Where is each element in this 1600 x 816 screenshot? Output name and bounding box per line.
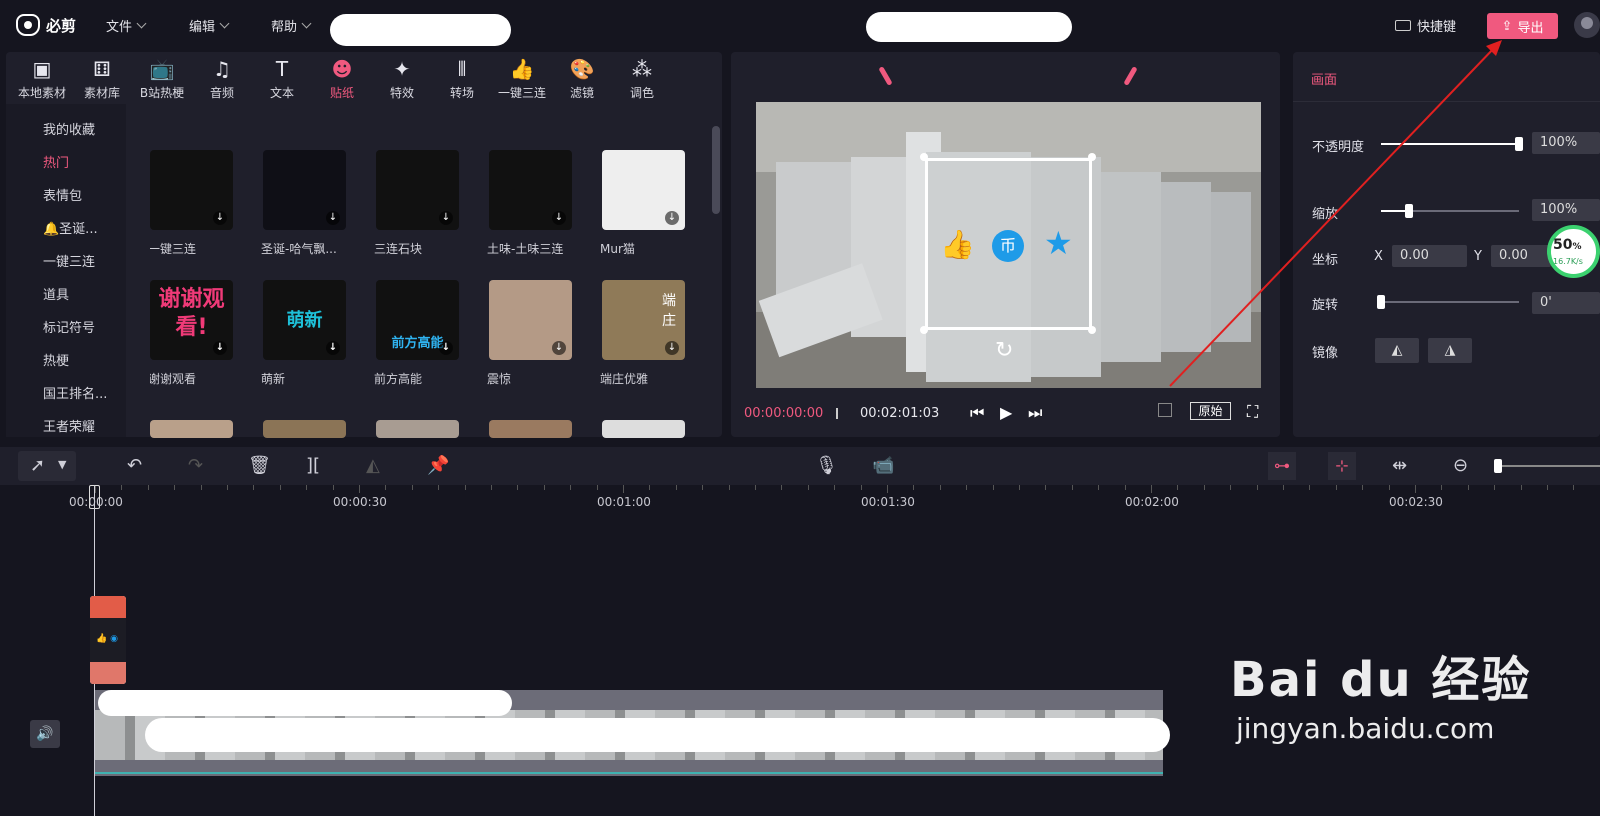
- magnet-snap-icon[interactable]: ⊶: [1268, 452, 1296, 480]
- delete-icon[interactable]: 🗑: [248, 455, 271, 476]
- select-tool-button[interactable]: [18, 451, 76, 481]
- ruler-tick: [1203, 485, 1205, 490]
- ruler-tick: [543, 485, 545, 490]
- sticker-clip-thumb: 👍 ◉: [90, 618, 126, 662]
- ruler-tick: [332, 485, 334, 490]
- ruler-tick: [1045, 485, 1047, 490]
- ruler-tick: [1362, 485, 1364, 490]
- audio-waveform-line: [95, 772, 1163, 774]
- ruler-tick: [1283, 485, 1284, 490]
- split-icon[interactable]: ][: [306, 455, 320, 476]
- ruler-tick: [1388, 485, 1390, 490]
- ruler-tick: [992, 485, 994, 490]
- ruler-tick: [623, 485, 624, 493]
- sticker-clip-header: [90, 596, 126, 618]
- ruler-tick: [279, 485, 281, 490]
- ruler-tick: [1415, 485, 1416, 493]
- ruler-tick: [675, 485, 677, 490]
- watermark-url: jingyan.baidu.com: [1236, 712, 1495, 745]
- ruler-tick: [121, 485, 123, 490]
- ruler-tick: [755, 485, 756, 490]
- ruler-tick: [702, 485, 704, 490]
- ruler-tick: [1547, 485, 1548, 490]
- ruler-tick: [596, 485, 598, 490]
- camera-icon[interactable]: 📹: [872, 455, 894, 476]
- redaction-clip-body: [145, 718, 1170, 752]
- chevron-down-icon: ▼: [58, 458, 67, 471]
- ruler-label: 00:01:30: [861, 495, 915, 509]
- ruler-tick: [834, 485, 836, 490]
- ruler-tick: [570, 485, 572, 490]
- zoom-slider[interactable]: [1495, 465, 1600, 467]
- ruler-tick: [1124, 485, 1126, 490]
- ruler-tick: [1151, 485, 1152, 493]
- ruler-tick: [913, 485, 915, 490]
- watermark-brand: Bai du 经验: [1230, 652, 1532, 708]
- sticker-clip[interactable]: 👍 ◉: [90, 596, 126, 684]
- zoom-out-icon[interactable]: ⊖: [1453, 455, 1468, 476]
- ruler-label: 00:02:30: [1389, 495, 1443, 509]
- cursor-icon: ➚: [30, 455, 46, 476]
- ruler-tick: [939, 485, 941, 490]
- ruler-tick: [887, 485, 888, 493]
- ruler-tick: [491, 485, 492, 490]
- ruler-tick: [1019, 485, 1020, 490]
- redo-icon[interactable]: ↷: [188, 455, 203, 476]
- ruler-tick: [359, 485, 360, 493]
- ruler-tick: [1467, 485, 1469, 490]
- ruler-tick: [200, 485, 202, 490]
- ruler-label: 00:01:00: [597, 495, 651, 509]
- ruler-tick: [807, 485, 809, 490]
- ruler-tick: [253, 485, 255, 490]
- align-center-icon[interactable]: ⇹: [1392, 455, 1407, 476]
- ruler-tick: [411, 485, 413, 490]
- redaction-clip-title: [98, 690, 512, 716]
- volume-icon[interactable]: 🔊: [30, 720, 60, 748]
- ruler-label: 00:02:00: [1125, 495, 1179, 509]
- ruler-tick: [1071, 485, 1073, 490]
- ruler-tick: [385, 485, 387, 490]
- ruler-tick: [1098, 485, 1100, 490]
- ruler-tick: [966, 485, 968, 490]
- ruler-label: 00:00:30: [333, 495, 387, 509]
- ruler-tick: [174, 485, 176, 490]
- ruler-tick: [1494, 485, 1496, 490]
- ruler-tick: [306, 485, 308, 490]
- ruler-tick: [517, 485, 519, 490]
- ruler-tick: [438, 485, 440, 490]
- timeline-toolbar: [0, 447, 1600, 485]
- ruler-tick: [1441, 485, 1443, 490]
- sticker-clip-footer: [90, 662, 126, 684]
- pin-icon[interactable]: 📌: [427, 455, 449, 476]
- ruler-tick: [1573, 485, 1575, 490]
- ruler-tick: [1177, 485, 1179, 490]
- ruler-tick: [147, 485, 149, 490]
- flip-icon[interactable]: ◭: [366, 455, 380, 476]
- baidu-watermark: Bai du 经验 jingyan.baidu.com: [1230, 640, 1531, 745]
- ruler-tick: [464, 485, 466, 490]
- link-icon[interactable]: ⊹: [1328, 452, 1356, 480]
- ruler-tick: [1520, 485, 1522, 490]
- ruler-tick: [781, 485, 783, 490]
- ruler-tick: [860, 485, 862, 490]
- undo-icon[interactable]: ↶: [127, 455, 142, 476]
- ruler-tick: [227, 485, 228, 490]
- ruler-tick: [1230, 485, 1232, 490]
- zoom-slider-knob[interactable]: [1494, 459, 1502, 473]
- ruler-tick: [1256, 485, 1258, 490]
- ruler-tick: [1309, 485, 1311, 490]
- ruler-tick: [649, 485, 651, 490]
- timeline-ruler: 00:00:00 00:00:30 00:01:00 00:01:30 00:02:00…: [0, 485, 1600, 515]
- microphone-icon[interactable]: 🎙: [815, 455, 838, 476]
- ruler-tick: [728, 485, 730, 490]
- ruler-tick: [1335, 485, 1337, 490]
